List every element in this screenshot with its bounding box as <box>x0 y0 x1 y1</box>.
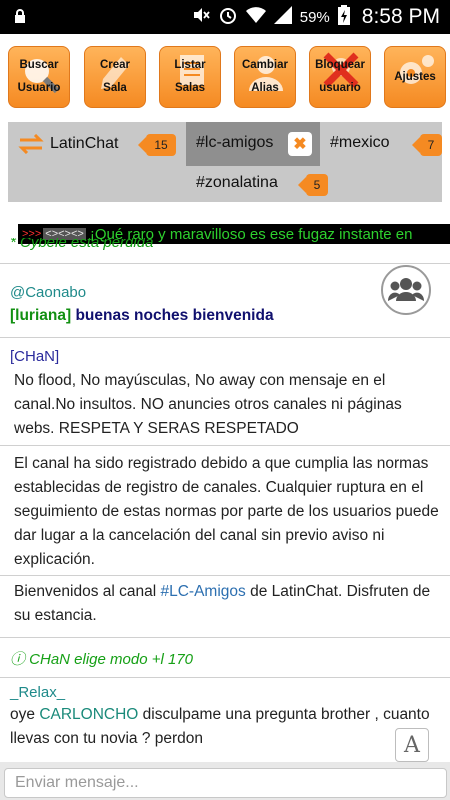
chat-message: [CHaN] No flood, No mayúsculas, No away … <box>0 344 450 446</box>
status-bar: 59% 8:58 PM <box>0 0 450 34</box>
battery-percentage: 59% <box>299 8 330 26</box>
chat-message: El canal ha sido registrado debido a que… <box>0 450 450 576</box>
message-nick[interactable]: [CHaN] <box>10 348 440 365</box>
swap-arrows-icon <box>18 133 44 159</box>
tab-zonalatina-label: #zonalatina <box>196 174 278 191</box>
change-alias-button[interactable]: Cambiar Alias <box>234 46 296 108</box>
tab-zonalatina[interactable]: #zonalatina 5 <box>186 166 336 202</box>
app-header: Buscar Usuario Crear Sala Listar Salas C… <box>0 34 450 244</box>
users-group-icon <box>388 278 424 301</box>
wifi-icon <box>245 6 266 29</box>
search-user-label: Buscar Usuario <box>17 59 61 94</box>
create-room-button[interactable]: Crear Sala <box>84 46 146 108</box>
toolbar: Buscar Usuario Crear Sala Listar Salas C… <box>8 46 448 110</box>
alarm-icon <box>218 5 238 30</box>
system-text: ⓘ CHaN elige modo +l 170 <box>10 651 194 668</box>
system-message: ⓘ CHaN elige modo +l 170 <box>0 640 450 678</box>
settings-button[interactable]: Ajustes <box>384 46 446 108</box>
unread-badge: 15 <box>138 134 176 156</box>
lock-icon <box>14 9 26 28</box>
list-rooms-label: Listar Salas <box>174 59 206 94</box>
close-tab-icon[interactable]: ✖ <box>288 132 312 156</box>
system-message: * Cybele está perdida <box>0 238 450 264</box>
message-input[interactable] <box>4 768 447 798</box>
tab-lc-amigos[interactable]: #lc-amigos ✖ <box>186 122 320 166</box>
channel-tabs: LatinChat 15 #lc-amigos ✖ #mexico 7 #zon… <box>8 122 442 202</box>
tab-mexico[interactable]: #mexico 7 <box>320 122 442 166</box>
battery-charging-icon <box>337 4 350 30</box>
message-text: oye <box>10 706 40 723</box>
block-user-button[interactable]: Bloquear usuario <box>309 46 371 108</box>
mentioned-nick[interactable]: CARLONCHO <box>39 706 138 723</box>
user-list-button[interactable] <box>381 265 431 315</box>
message-text: El canal ha sido registrado debido a que… <box>14 455 439 568</box>
mute-icon <box>192 6 210 29</box>
signal-icon <box>273 5 292 29</box>
clock: 8:58 PM <box>361 5 440 28</box>
search-user-button[interactable]: Buscar Usuario <box>8 46 70 108</box>
chat-message: _Relax_ oye CARLONCHO disculpame una pre… <box>0 682 450 762</box>
message-composer <box>0 762 450 800</box>
message-target-nick[interactable]: [luriana] <box>10 307 71 324</box>
list-rooms-button[interactable]: Listar Salas <box>159 46 221 108</box>
unread-badge: 5 <box>298 174 328 196</box>
create-room-label: Crear Sala <box>99 59 131 94</box>
font-size-button[interactable]: A <box>395 728 429 762</box>
tab-lc-amigos-label: #lc-amigos <box>196 134 274 151</box>
message-text: No flood, No mayúsculas, No away con men… <box>14 372 402 437</box>
tab-latinchat[interactable]: LatinChat 15 <box>8 122 186 166</box>
message-text: buenas noches bienvenida <box>71 307 274 324</box>
chat-log[interactable]: * Cybele está perdida @Caonabo [luriana]… <box>0 238 450 762</box>
tab-mexico-label: #mexico <box>330 134 390 151</box>
system-text: * Cybele está perdida <box>10 238 154 251</box>
tab-latinchat-label: LatinChat <box>50 135 119 152</box>
message-nick[interactable]: _Relax_ <box>10 684 440 701</box>
channel-link[interactable]: #LC-Amigos <box>161 583 246 600</box>
chat-message: Bienvenidos al canal #LC-Amigos de Latin… <box>0 578 450 638</box>
settings-label: Ajustes <box>394 70 436 83</box>
message-text: Bienvenidos al canal <box>14 583 161 600</box>
change-alias-label: Cambiar Alias <box>241 59 289 94</box>
unread-badge: 7 <box>412 134 442 156</box>
block-user-label: Bloquear usuario <box>315 59 365 94</box>
message-nick[interactable]: @Caonabo <box>10 284 440 301</box>
